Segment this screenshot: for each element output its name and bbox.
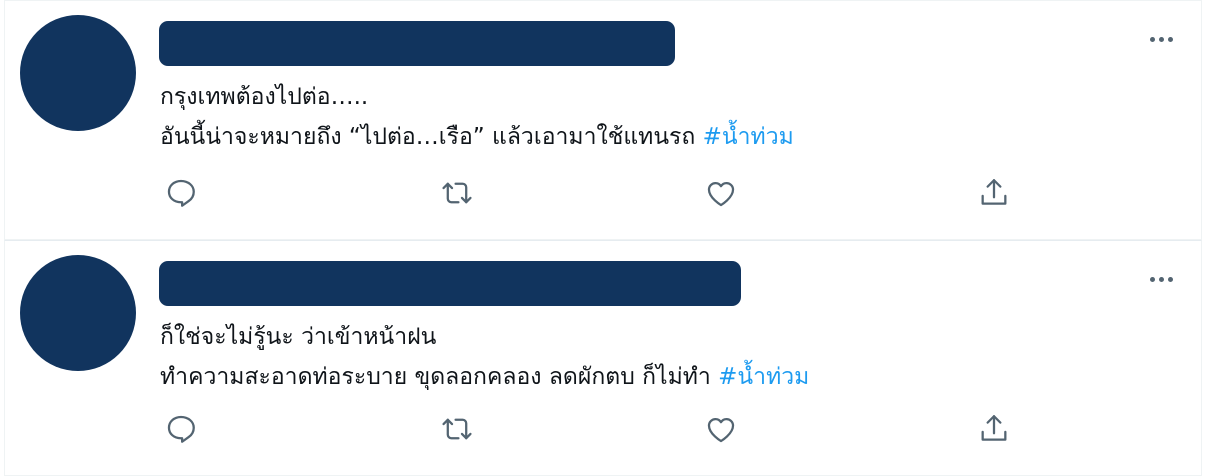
hashtag-link[interactable]: #น้ำท่วม <box>703 124 794 150</box>
retweet-icon <box>442 418 472 440</box>
share-button[interactable] <box>974 173 1014 213</box>
retweet-button[interactable] <box>437 173 477 213</box>
tweet-actions <box>161 409 1011 449</box>
tweet-text-segment: ทำความสะอาดท่อระบาย ขุดลอกคลอง ลดผักตบ ก… <box>160 364 711 390</box>
like-icon <box>707 417 735 443</box>
tweet-feed: กรุงเทพต้องไปต่อ….. อันนี้น่าจะหมายถึง “… <box>0 0 1206 476</box>
share-icon <box>981 415 1007 441</box>
reply-icon <box>167 415 195 443</box>
more-icon[interactable] <box>1150 37 1173 42</box>
hashtag-link[interactable]: #น้ำท่วม <box>718 364 809 390</box>
more-icon[interactable] <box>1150 277 1173 282</box>
avatar[interactable] <box>20 15 136 131</box>
like-icon <box>707 181 735 207</box>
avatar[interactable] <box>20 255 136 371</box>
tweet-text-line: ก็ใช่จะไม่รู้นะ ว่าเข้าหน้าฝน <box>160 324 437 350</box>
share-icon <box>981 179 1007 205</box>
tweet-text-line: ทำความสะอาดท่อระบาย ขุดลอกคลอง ลดผักตบ ก… <box>160 357 809 397</box>
tweet-text-segment: อันนี้น่าจะหมายถึง “ไปต่อ…เรือ” แล้วเอาม… <box>160 124 696 150</box>
tweet-text-line: อันนี้น่าจะหมายถึง “ไปต่อ…เรือ” แล้วเอาม… <box>160 117 794 157</box>
tweet-text: ก็ใช่จะไม่รู้นะ ว่าเข้าหน้าฝน ทำความสะอา… <box>160 317 809 397</box>
tweet-text-line: กรุงเทพต้องไปต่อ….. <box>160 84 369 110</box>
like-button[interactable] <box>701 409 741 449</box>
tweet-actions <box>161 173 1011 213</box>
redacted-username[interactable] <box>159 261 741 306</box>
tweet[interactable]: ก็ใช่จะไม่รู้นะ ว่าเข้าหน้าฝน ทำความสะอา… <box>4 240 1202 476</box>
redacted-username[interactable] <box>159 21 675 66</box>
reply-button[interactable] <box>161 173 201 213</box>
reply-icon <box>167 179 195 207</box>
share-button[interactable] <box>974 409 1014 449</box>
retweet-button[interactable] <box>437 409 477 449</box>
reply-button[interactable] <box>161 409 201 449</box>
tweet-text: กรุงเทพต้องไปต่อ….. อันนี้น่าจะหมายถึง “… <box>160 77 794 157</box>
tweet[interactable]: กรุงเทพต้องไปต่อ….. อันนี้น่าจะหมายถึง “… <box>4 0 1202 240</box>
retweet-icon <box>442 182 472 204</box>
like-button[interactable] <box>701 173 741 213</box>
